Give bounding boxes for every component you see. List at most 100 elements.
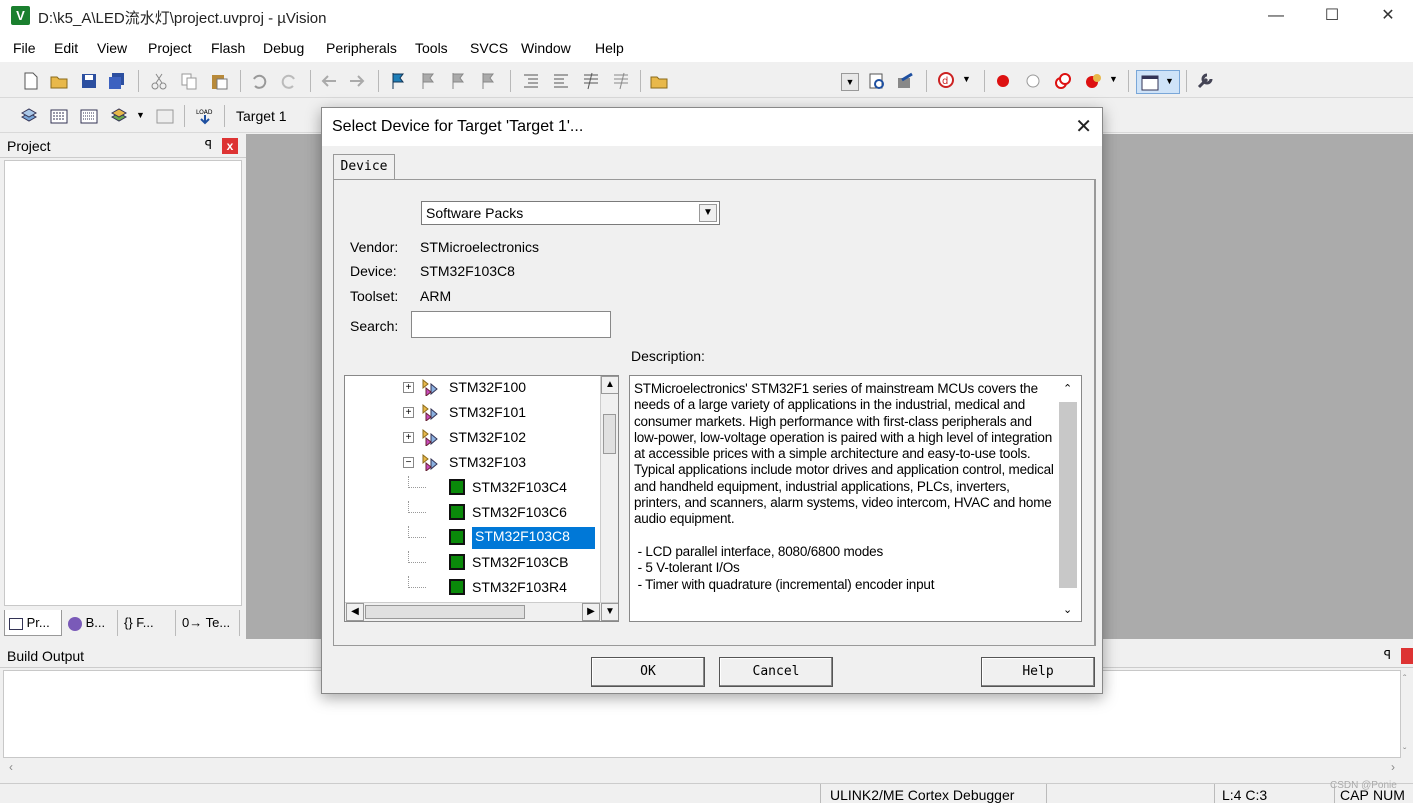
device-family-item[interactable]: + STM32F102 <box>345 426 595 450</box>
project-tree[interactable] <box>4 160 242 606</box>
minimize-button[interactable]: — <box>1248 0 1304 32</box>
device-item[interactable]: STM32F103C8 <box>345 526 595 550</box>
find-next-icon[interactable] <box>896 72 914 90</box>
menu-debug[interactable]: Debug <box>263 40 304 56</box>
paste-icon[interactable] <box>210 72 228 90</box>
indent-icon[interactable] <box>522 72 540 90</box>
find-in-files-icon[interactable] <box>650 72 668 90</box>
stop-build-icon[interactable] <box>156 107 174 125</box>
scroll-right-icon[interactable]: › <box>1391 760 1395 774</box>
batch-build-dropdown[interactable]: ▼ <box>136 110 145 120</box>
rebuild-icon[interactable] <box>80 107 98 125</box>
debug-dropdown-arrow[interactable]: ▼ <box>962 74 971 84</box>
ok-button[interactable]: OK <box>591 657 705 687</box>
debug-session-icon[interactable]: d <box>938 72 956 90</box>
device-item[interactable]: STM32F103CB <box>345 551 595 575</box>
find-dropdown-button[interactable]: ▼ <box>841 73 859 91</box>
uncomment-icon[interactable] <box>612 72 630 90</box>
insert-breakpoint-icon[interactable] <box>994 72 1012 90</box>
scroll-down-icon[interactable]: ˇ <box>1403 747 1406 758</box>
scroll-up-icon[interactable]: ˆ <box>1403 674 1406 685</box>
menu-peripherals[interactable]: Peripherals <box>326 40 397 56</box>
bookmark-icon[interactable] <box>390 72 408 90</box>
dialog-close-button[interactable]: ✕ <box>1075 114 1092 139</box>
menu-flash[interactable]: Flash <box>211 40 245 56</box>
comment-icon[interactable] <box>582 72 600 90</box>
copy-icon[interactable] <box>180 72 198 90</box>
description-scroll-thumb[interactable] <box>1059 402 1077 588</box>
build-vscroll[interactable]: ˆ ˇ <box>1401 674 1413 758</box>
batch-build-icon[interactable] <box>110 107 128 125</box>
disable-breakpoints-icon[interactable] <box>1054 72 1072 90</box>
cut-icon[interactable] <box>150 72 168 90</box>
download-load-icon[interactable]: LOAD <box>196 107 214 125</box>
scroll-left-icon[interactable]: ‹ <box>9 760 13 774</box>
device-tree-hscroll[interactable]: ◀ ▶ ▼ <box>345 602 618 621</box>
bookmark-prev-icon[interactable] <box>420 72 438 90</box>
menu-file[interactable]: File <box>13 40 36 56</box>
chevron-up-icon[interactable]: ⌃ <box>1063 382 1072 395</box>
navigate-forward-icon[interactable] <box>348 72 366 90</box>
target-selector[interactable]: Target 1 <box>236 108 287 124</box>
scroll-right-button[interactable]: ▶ <box>582 603 600 621</box>
project-panel-close-button[interactable]: x <box>222 138 238 154</box>
hscroll-thumb[interactable] <box>365 605 525 619</box>
build-close-button[interactable] <box>1401 648 1413 664</box>
scroll-down-button[interactable]: ▼ <box>601 603 618 621</box>
tab-functions[interactable]: {} F... <box>120 610 176 636</box>
chevron-down-icon[interactable]: ⌄ <box>1063 603 1072 616</box>
maximize-button[interactable]: ☐ <box>1304 0 1360 32</box>
menu-view[interactable]: View <box>97 40 127 56</box>
device-database-select[interactable]: Software Packs ▼ <box>421 201 720 225</box>
expand-icon[interactable]: + <box>403 382 414 393</box>
menu-edit[interactable]: Edit <box>54 40 78 56</box>
build-output-scrollbar[interactable]: ‹ › <box>3 760 1401 776</box>
device-item[interactable]: STM32F103R4 <box>345 576 595 600</box>
collapse-icon[interactable]: − <box>403 457 414 468</box>
unindent-icon[interactable] <box>552 72 570 90</box>
close-window-button[interactable]: ✕ <box>1360 0 1413 32</box>
search-input[interactable] <box>411 311 611 338</box>
breakpoint-dropdown-arrow[interactable]: ▼ <box>1109 74 1118 84</box>
tab-project[interactable]: Pr... <box>4 610 62 636</box>
device-tree[interactable]: + STM32F100 + STM32F101 + STM32F102 − STM32F103… <box>344 375 619 622</box>
expand-icon[interactable]: + <box>403 407 414 418</box>
scroll-up-button[interactable]: ▲ <box>601 376 618 394</box>
description-scrollbar[interactable]: ⌃ ⌄ <box>1059 380 1077 618</box>
expand-icon[interactable]: + <box>403 432 414 443</box>
device-family-item[interactable]: + STM32F100 <box>345 376 595 400</box>
bookmark-next-icon[interactable] <box>450 72 468 90</box>
redo-icon[interactable] <box>280 72 298 90</box>
cancel-button[interactable]: Cancel <box>719 657 833 687</box>
scroll-thumb[interactable] <box>603 414 616 454</box>
bookmark-clear-icon[interactable] <box>480 72 498 90</box>
tab-templates[interactable]: 0→ Te... <box>178 610 240 636</box>
device-item[interactable]: STM32F103C6 <box>345 501 595 525</box>
save-icon[interactable] <box>80 72 98 90</box>
device-family-item[interactable]: + STM32F101 <box>345 401 595 425</box>
menu-tools[interactable]: Tools <box>415 40 448 56</box>
kill-breakpoints-icon[interactable] <box>1084 72 1102 90</box>
help-button[interactable]: Help <box>981 657 1095 687</box>
build-pin-icon[interactable]: ꟼ <box>1384 648 1391 662</box>
enable-breakpoint-icon[interactable] <box>1024 72 1042 90</box>
open-folder-icon[interactable] <box>50 72 68 90</box>
build-icon[interactable] <box>50 107 68 125</box>
device-item[interactable]: STM32F103C4 <box>345 476 595 500</box>
device-tree-vscroll[interactable]: ▲ <box>600 376 618 604</box>
tab-books[interactable]: B... <box>64 610 118 636</box>
new-file-icon[interactable] <box>22 72 40 90</box>
translate-icon[interactable] <box>20 107 38 125</box>
window-layout-button[interactable]: ▼ <box>1136 70 1180 94</box>
incremental-find-icon[interactable] <box>868 72 886 90</box>
undo-icon[interactable] <box>250 72 268 90</box>
pin-icon[interactable]: ꟼ <box>205 138 212 152</box>
menu-window[interactable]: Window <box>521 40 571 56</box>
configure-wrench-icon[interactable] <box>1196 72 1214 90</box>
save-all-icon[interactable] <box>108 72 126 90</box>
tab-device[interactable]: Device <box>333 154 395 180</box>
menu-help[interactable]: Help <box>595 40 624 56</box>
navigate-back-icon[interactable] <box>320 72 338 90</box>
menu-project[interactable]: Project <box>148 40 192 56</box>
scroll-left-button[interactable]: ◀ <box>346 603 364 621</box>
